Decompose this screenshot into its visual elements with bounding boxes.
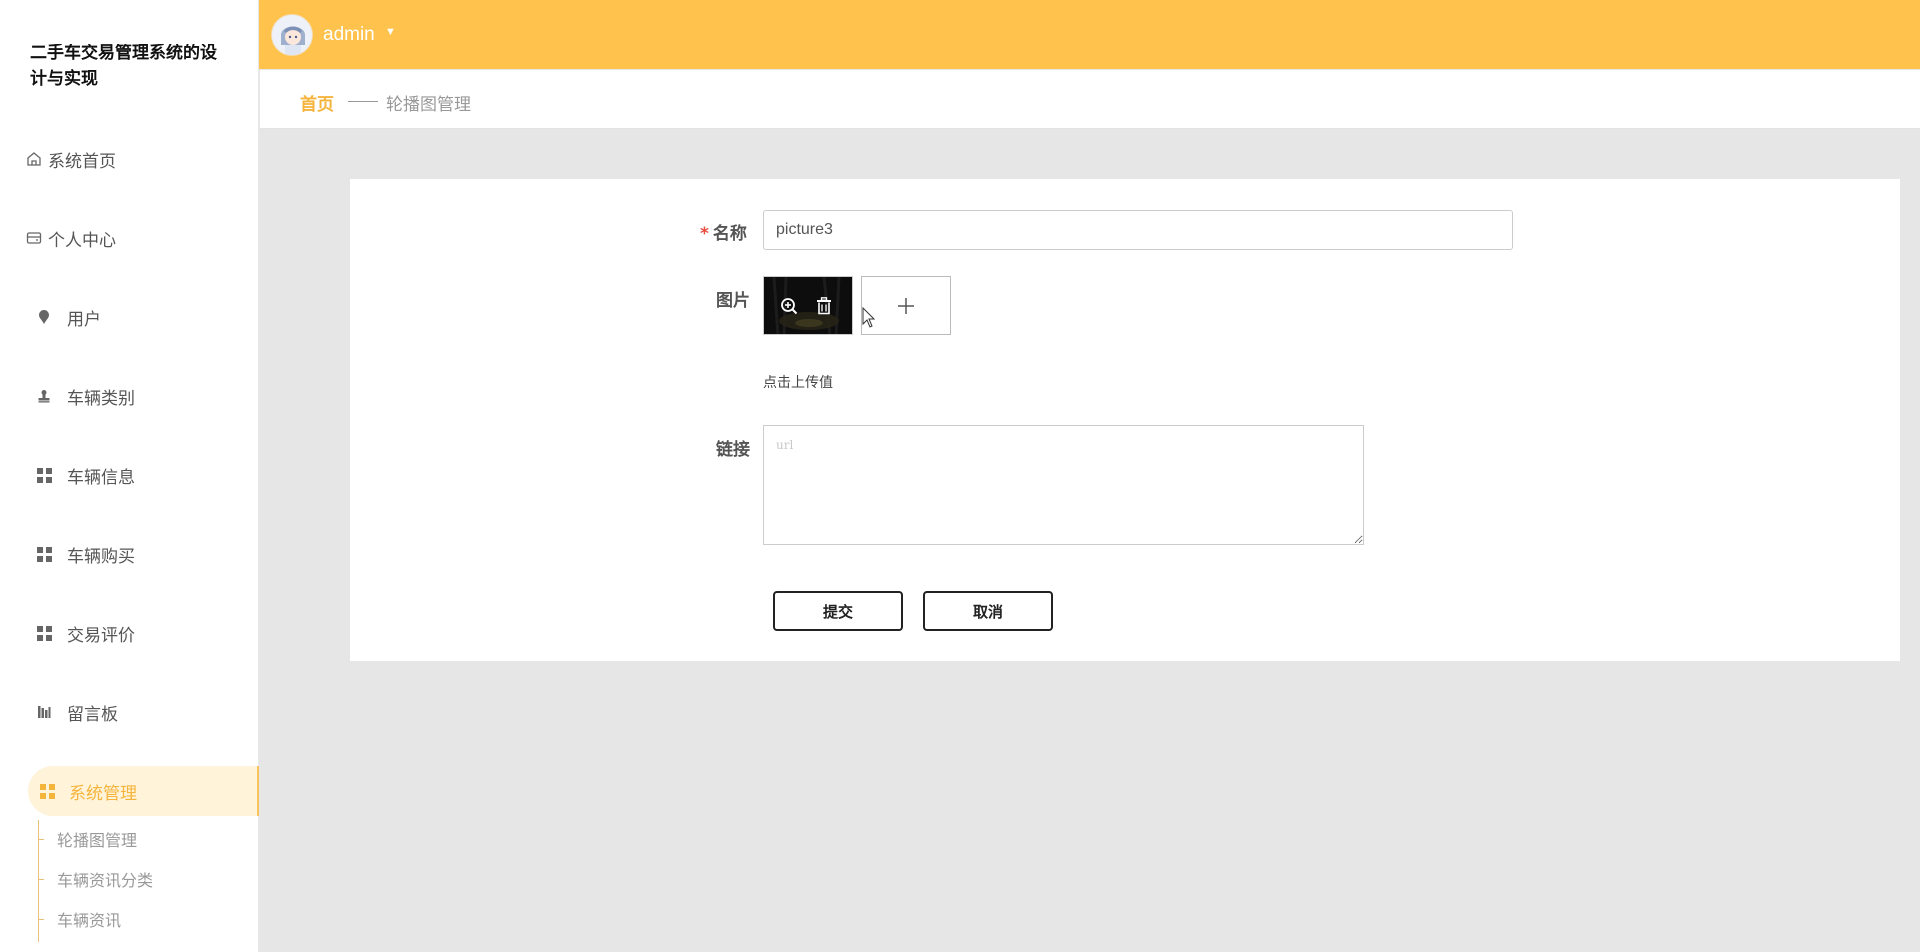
- image-label: 图片: [716, 291, 750, 311]
- form-card: [350, 179, 1900, 661]
- sidebar-item-label: 系统管理: [69, 783, 137, 804]
- sidebar-item-vehicle-purchase[interactable]: 车辆购买: [24, 529, 259, 579]
- sidebar-item-vehicle-info[interactable]: 车辆信息: [24, 450, 259, 500]
- sidebar-item-label: 车辆信息: [67, 467, 135, 488]
- name-label: * 名称: [700, 219, 747, 244]
- sidebar-item-label: 系统首页: [48, 151, 116, 172]
- required-mark: *: [700, 224, 709, 244]
- sidebar-item-vehicle-category[interactable]: 车辆类别: [24, 371, 259, 421]
- sidebar-item-users[interactable]: 用户: [24, 292, 259, 342]
- wallet-icon: [24, 230, 44, 246]
- sidebar-item-message-board[interactable]: 留言板: [24, 687, 259, 737]
- submit-button[interactable]: 提交: [773, 591, 903, 631]
- home-icon: [24, 151, 44, 167]
- sidebar-item-label: 留言板: [67, 704, 118, 725]
- submenu-label: 车辆资讯: [57, 911, 122, 930]
- sidebar-item-trade-review[interactable]: 交易评价: [24, 608, 259, 658]
- grid-icon: [33, 625, 55, 641]
- submenu-label: 轮播图管理: [57, 831, 138, 850]
- sidebar-item-home[interactable]: 系统首页: [24, 134, 259, 184]
- submenu-item-news-category[interactable]: 车辆资讯分类: [40, 864, 153, 894]
- grid-icon: [33, 546, 55, 562]
- link-textarea[interactable]: [763, 425, 1364, 545]
- app-title-line1: 二手车交易管理系统的设: [30, 44, 217, 63]
- sidebar-item-personal-center[interactable]: 个人中心: [24, 213, 259, 263]
- upload-hint: 点击上传值: [763, 375, 833, 391]
- grid-icon: [37, 783, 57, 799]
- cancel-button[interactable]: 取消: [923, 591, 1053, 631]
- delete-icon[interactable]: [814, 296, 834, 316]
- app-title: 二手车交易管理系统的设 计与实现: [30, 44, 240, 104]
- submenu-item-carousel[interactable]: 轮播图管理: [40, 824, 137, 854]
- username[interactable]: admin: [323, 24, 375, 46]
- grid-icon: [33, 467, 55, 483]
- sidebar-item-label: 车辆购买: [67, 546, 135, 567]
- chart-icon: [33, 705, 55, 719]
- stamp-icon: [33, 389, 55, 403]
- breadcrumb: 首页 轮播图管理: [260, 70, 1920, 129]
- avatar[interactable]: [271, 14, 313, 56]
- submenu-label: 车辆资讯分类: [57, 871, 154, 890]
- pin-icon: [33, 309, 55, 325]
- app-title-line2: 计与实现: [30, 69, 98, 89]
- name-label-text: 名称: [712, 224, 747, 244]
- sidebar-item-label: 个人中心: [48, 230, 116, 251]
- breadcrumb-separator: [348, 101, 378, 102]
- sidebar-item-system-management[interactable]: 系统管理: [28, 766, 259, 816]
- breadcrumb-current: 轮播图管理: [386, 95, 471, 115]
- caret-down-icon[interactable]: ▼: [385, 26, 396, 38]
- name-input[interactable]: [763, 210, 1513, 250]
- sidebar: 二手车交易管理系统的设 计与实现 系统首页 个人中心 用户 车辆类别 车辆信息 …: [0, 0, 259, 952]
- top-bar: admin ▼: [259, 0, 1920, 69]
- submenu-item-news[interactable]: 车辆资讯: [40, 904, 121, 934]
- uploaded-image-thumbnail[interactable]: [763, 276, 853, 335]
- link-label: 链接: [716, 440, 750, 460]
- sidebar-item-label: 车辆类别: [67, 388, 135, 409]
- sidebar-item-label: 用户: [67, 309, 101, 330]
- breadcrumb-home[interactable]: 首页: [300, 90, 334, 115]
- plus-icon: [898, 297, 914, 314]
- sidebar-item-label: 交易评价: [67, 625, 135, 646]
- mouse-cursor-icon: [862, 307, 876, 328]
- zoom-in-icon[interactable]: [779, 296, 799, 316]
